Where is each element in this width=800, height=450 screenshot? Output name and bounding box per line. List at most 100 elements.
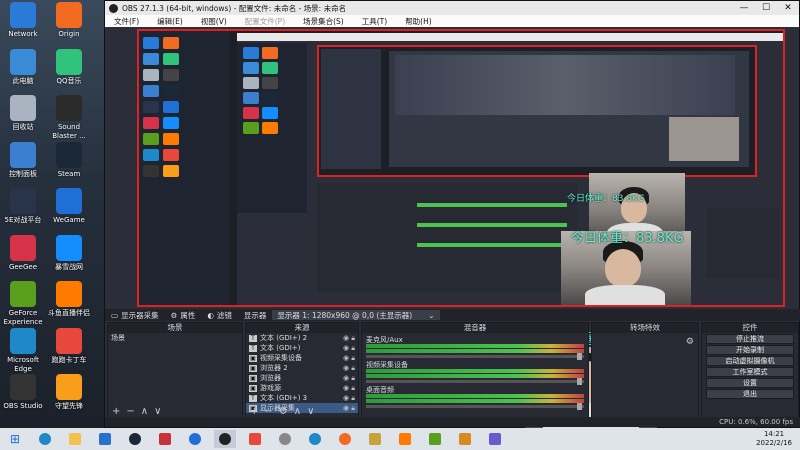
desktop-icon-this-pc[interactable]: 此电脑 xyxy=(0,48,46,86)
taskbar-edge-2[interactable] xyxy=(304,430,326,448)
control-button[interactable]: 设置 xyxy=(706,378,794,388)
menu-item[interactable]: 场景集合(S) xyxy=(294,16,353,27)
visibility-eye-icon[interactable]: ◉ 🔒︎ xyxy=(343,374,358,383)
desktop-icon-douyu[interactable]: 斗鱼直播伴侣 xyxy=(46,281,92,318)
gear-icon[interactable]: ⚙ xyxy=(279,406,288,417)
source-item[interactable]: ▣ 浏览器 ◉ 🔒︎ xyxy=(246,373,358,383)
source-item[interactable]: ▣ 视频采集设备 ◉ 🔒︎ xyxy=(246,353,358,363)
taskbar-explorer[interactable] xyxy=(64,430,86,448)
volume-slider[interactable] xyxy=(366,353,584,360)
desktop-icon-label: Origin xyxy=(58,30,80,38)
title-bar[interactable]: OBS 27.1.3 (64-bit, windows) - 配置文件: 未命名… xyxy=(105,1,799,15)
add-icon[interactable]: + xyxy=(112,406,120,417)
visibility-eye-icon[interactable]: ◉ 🔒︎ xyxy=(343,384,358,393)
desktop-icon-overwatch[interactable]: 守望先锋 xyxy=(46,374,92,411)
control-button[interactable]: 开始录制 xyxy=(706,345,794,355)
source-type-icon: ▣ xyxy=(249,384,257,392)
desktop-icon-kart[interactable]: 跑跑卡丁车 xyxy=(46,327,92,365)
close-icon[interactable]: ✕ xyxy=(777,3,799,13)
move-down-icon[interactable]: ∨ xyxy=(307,406,314,417)
slider-handle[interactable] xyxy=(577,353,582,360)
visibility-eye-icon[interactable]: ◉ 🔒︎ xyxy=(343,364,358,373)
visibility-eye-icon[interactable]: ◉ 🔒︎ xyxy=(343,354,358,363)
desktop-icon-5e[interactable]: 5E对战平台 xyxy=(0,188,46,225)
obs-window[interactable]: OBS 27.1.3 (64-bit, windows) - 配置文件: 未命名… xyxy=(104,0,800,429)
start-button[interactable]: ⊞ xyxy=(4,430,26,448)
desktop-icon-geegee[interactable]: GeeGee xyxy=(0,234,46,272)
visibility-eye-icon[interactable]: ◉ 🔒︎ xyxy=(343,344,358,353)
menu-item[interactable]: 文件(F) xyxy=(105,16,148,27)
system-clock[interactable]: 14:21 2022/2/16 xyxy=(756,430,792,448)
desktop-icon-recycle-bin[interactable]: 回收站 xyxy=(0,95,46,132)
desktop-icon-qq-music[interactable]: QQ音乐 xyxy=(46,48,92,86)
source-item[interactable]: T 文本 (GDI+) 3 ◉ 🔒︎ xyxy=(246,393,358,403)
desktop-icon-wegame[interactable]: WeGame xyxy=(46,188,92,225)
source-item[interactable]: ▣ 浏览器 2 ◉ 🔒︎ xyxy=(246,363,358,373)
volume-slider[interactable] xyxy=(366,403,584,410)
taskbar-csgo[interactable] xyxy=(454,430,476,448)
taskbar-edge[interactable] xyxy=(34,430,56,448)
desktop-icon-obs[interactable]: OBS Studio xyxy=(0,374,46,411)
menu-item[interactable]: 工具(T) xyxy=(353,16,396,27)
source-item[interactable]: T 文本 (GDI+) ◉ 🔒︎ xyxy=(246,343,358,353)
desktop-icon-geforce[interactable]: GeForce Experience xyxy=(0,281,46,327)
desktop-icon-label: Steam xyxy=(57,169,81,178)
desktop-icon-origin[interactable]: Origin xyxy=(46,2,92,39)
desktop-icon-control-panel[interactable]: 控制面板 xyxy=(0,141,46,179)
control-button[interactable]: 停止推流 xyxy=(706,334,794,344)
origin-icon xyxy=(339,433,351,445)
slider-handle[interactable] xyxy=(577,403,582,410)
desktop-icon-steam[interactable]: Steam xyxy=(46,141,92,179)
taskbar-photos[interactable] xyxy=(484,430,506,448)
menu-item[interactable]: 帮助(H) xyxy=(396,16,441,27)
control-button[interactable]: 启动虚拟摄像机 xyxy=(706,356,794,366)
control-button[interactable]: 工作室模式 xyxy=(706,367,794,377)
desktop-icon-edge[interactable]: Microsoft Edge xyxy=(0,327,46,374)
move-up-icon[interactable]: ∧ xyxy=(294,406,301,417)
remove-icon[interactable]: − xyxy=(264,406,272,417)
taskbar-nvidia[interactable] xyxy=(424,430,446,448)
desktop-icon-label: Sound Blaster ... xyxy=(52,123,86,140)
taskbar-app[interactable] xyxy=(154,430,176,448)
source-item[interactable]: ▣ 游戏源 ◉ 🔒︎ xyxy=(246,383,358,393)
scene-item[interactable]: 场景 xyxy=(108,333,242,343)
slider-handle[interactable] xyxy=(577,378,582,385)
control-button[interactable]: 退出 xyxy=(706,389,794,399)
taskbar-store[interactable] xyxy=(94,430,116,448)
display-select[interactable]: 显示器 1: 1280x960 @ 0,0 (主显示器) ⌄ xyxy=(272,310,440,320)
taskbar-wegame[interactable] xyxy=(184,430,206,448)
menu-item[interactable]: 编辑(E) xyxy=(148,16,192,27)
filters-button[interactable]: ◐ 滤镜 xyxy=(201,310,238,321)
visibility-eye-icon[interactable]: ◉ 🔒︎ xyxy=(343,334,358,343)
preview-canvas[interactable]: 今日体重：83.8KG 今日体重：83.8KG xyxy=(137,29,785,307)
desktop-icon-label: GeeGee xyxy=(8,262,38,271)
properties-button[interactable]: ⚙ 属性 xyxy=(165,310,202,321)
move-down-icon[interactable]: ∨ xyxy=(154,406,161,417)
douyu-icon xyxy=(56,281,82,307)
desktop-icon-network[interactable]: Network xyxy=(0,2,46,39)
visibility-eye-icon[interactable]: ◉ 🔒︎ xyxy=(343,394,358,403)
source-label: 文本 (GDI+) 2 xyxy=(260,334,308,342)
move-up-icon[interactable]: ∧ xyxy=(141,406,148,417)
menu-item[interactable]: 配置文件(P) xyxy=(236,16,294,27)
minimize-icon[interactable]: — xyxy=(733,3,755,13)
gear-icon[interactable]: ⚙ xyxy=(686,337,694,347)
source-item[interactable]: T 文本 (GDI+) 2 ◉ 🔒︎ xyxy=(246,333,358,343)
add-icon[interactable]: + xyxy=(250,406,258,417)
taskbar-obs[interactable] xyxy=(214,430,236,448)
desktop-icon-label: 守望先锋 xyxy=(55,402,83,410)
monitor-icon: ▭ xyxy=(111,310,119,320)
menu-item[interactable]: 视图(V) xyxy=(192,16,236,27)
remove-icon[interactable]: − xyxy=(126,406,134,417)
taskbar-douyu[interactable] xyxy=(394,430,416,448)
taskbar-geegee[interactable] xyxy=(244,430,266,448)
taskbar-origin[interactable] xyxy=(334,430,356,448)
volume-meter xyxy=(366,349,584,353)
desktop-icon-sound-blaster[interactable]: Sound Blaster ... xyxy=(46,95,92,141)
taskbar-settings[interactable] xyxy=(274,430,296,448)
volume-slider[interactable] xyxy=(366,378,584,385)
maximize-icon[interactable]: ☐ xyxy=(755,3,777,13)
desktop-icon-battlenet[interactable]: 暴雪战网 xyxy=(46,234,92,272)
taskbar-steam[interactable] xyxy=(124,430,146,448)
taskbar-game[interactable] xyxy=(364,430,386,448)
